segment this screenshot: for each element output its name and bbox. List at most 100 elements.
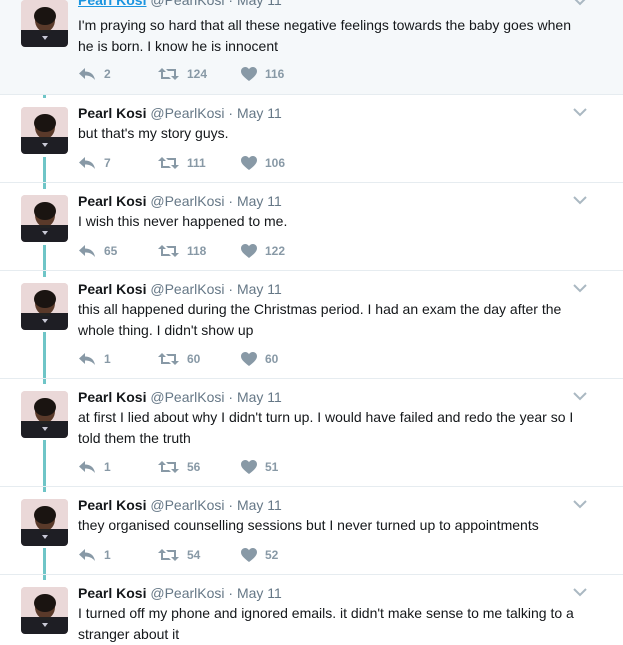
avatar[interactable] xyxy=(21,391,68,438)
retweet-count: 56 xyxy=(187,460,201,474)
reply-icon xyxy=(79,245,95,257)
separator: · xyxy=(228,389,234,405)
display-name[interactable]: Pearl Kosi xyxy=(78,105,146,121)
retweet-icon xyxy=(158,68,179,80)
retweet-icon xyxy=(158,245,179,257)
like-button[interactable]: 106 xyxy=(241,156,285,170)
user-handle[interactable]: @PearlKosi xyxy=(150,281,224,297)
tweet[interactable]: Pearl Kosi @PearlKosi · May 11 at first … xyxy=(0,379,623,487)
chevron-down-icon[interactable] xyxy=(573,587,587,597)
reply-button[interactable]: 65 xyxy=(78,244,117,258)
user-handle[interactable]: @PearlKosi xyxy=(150,585,224,601)
display-name[interactable]: Pearl Kosi xyxy=(78,585,146,601)
retweet-count: 118 xyxy=(187,244,207,258)
reply-count: 1 xyxy=(104,548,111,562)
timestamp[interactable]: May 11 xyxy=(237,105,282,121)
separator: · xyxy=(228,193,234,209)
timestamp[interactable]: May 11 xyxy=(237,0,282,8)
tweet[interactable]: Pearl Kosi @PearlKosi · May 11 I turned … xyxy=(0,575,623,642)
tweet[interactable]: Pearl Kosi @PearlKosi · May 11 this all … xyxy=(0,271,623,379)
retweet-icon xyxy=(158,353,179,365)
tweet-header: Pearl Kosi @PearlKosi · May 11 xyxy=(78,389,282,406)
reply-icon xyxy=(79,461,95,473)
chevron-down-icon[interactable] xyxy=(573,499,587,509)
avatar[interactable] xyxy=(21,499,68,546)
reply-button[interactable]: 1 xyxy=(78,352,111,366)
display-name[interactable]: Pearl Kosi xyxy=(78,497,146,513)
avatar[interactable] xyxy=(21,107,68,154)
like-count: 60 xyxy=(265,352,279,366)
retweet-icon xyxy=(158,549,179,561)
tweet-text: I wish this never happened to me. xyxy=(78,211,598,232)
retweet-icon xyxy=(158,461,179,473)
reply-count: 2 xyxy=(104,67,111,81)
retweet-button[interactable]: 118 xyxy=(158,244,206,258)
like-count: 122 xyxy=(265,244,286,258)
retweet-button[interactable]: 111 xyxy=(158,156,206,170)
timestamp[interactable]: May 11 xyxy=(237,193,282,209)
heart-icon xyxy=(241,67,257,81)
reply-button[interactable]: 1 xyxy=(78,460,111,474)
tweet-text: but that's my story guys. xyxy=(78,123,598,144)
like-count: 51 xyxy=(265,460,279,474)
like-button[interactable]: 52 xyxy=(241,548,278,562)
chevron-down-icon[interactable] xyxy=(573,391,587,401)
tweet-header: Pearl Kosi @PearlKosi · May 11 xyxy=(78,585,282,602)
heart-icon xyxy=(241,548,257,562)
retweet-button[interactable]: 124 xyxy=(158,67,207,81)
user-handle[interactable]: @PearlKosi xyxy=(150,105,224,121)
retweet-button[interactable]: 60 xyxy=(158,352,200,366)
user-handle[interactable]: @PearlKosi xyxy=(150,497,224,513)
retweet-count: 111 xyxy=(187,156,206,170)
chevron-down-icon[interactable] xyxy=(573,0,587,6)
avatar[interactable] xyxy=(21,195,68,242)
avatar[interactable] xyxy=(21,283,68,330)
display-name[interactable]: Pearl Kosi xyxy=(78,193,146,209)
avatar[interactable] xyxy=(21,587,68,634)
like-count: 116 xyxy=(265,67,285,81)
chevron-down-icon[interactable] xyxy=(573,107,587,117)
tweet-text-line: but that's my story guys. xyxy=(78,125,229,141)
retweet-icon xyxy=(158,157,179,169)
tweet-text-line: I'm praying so hard that all these negat… xyxy=(78,17,571,33)
like-button[interactable]: 60 xyxy=(241,352,278,366)
reply-button[interactable]: 2 xyxy=(78,67,111,81)
heart-icon xyxy=(241,244,257,258)
display-name[interactable]: Pearl Kosi xyxy=(78,0,146,8)
reply-button[interactable]: 7 xyxy=(78,156,111,170)
user-handle[interactable]: @PearlKosi xyxy=(150,0,224,8)
user-handle[interactable]: @PearlKosi xyxy=(150,193,224,209)
chevron-down-icon[interactable] xyxy=(573,195,587,205)
tweet-text-line: I turned off my phone and ignored emails… xyxy=(78,605,574,621)
tweet[interactable]: Pearl Kosi @PearlKosi · May 11 I wish th… xyxy=(0,183,623,271)
like-button[interactable]: 122 xyxy=(241,244,285,258)
user-handle[interactable]: @PearlKosi xyxy=(150,389,224,405)
heart-icon xyxy=(241,156,257,170)
tweet-text-line: whole thing. I didn't show up xyxy=(78,322,254,338)
tweet[interactable]: Pearl Kosi @PearlKosi · May 11 but that'… xyxy=(0,95,623,183)
tweet-text-line: at first I lied about why I didn't turn … xyxy=(78,409,574,425)
reply-count: 1 xyxy=(104,352,111,366)
tweet-text: they organised counselling sessions but … xyxy=(78,515,598,536)
tweet-text: I'm praying so hard that all these negat… xyxy=(78,15,598,57)
timestamp[interactable]: May 11 xyxy=(237,389,282,405)
retweet-button[interactable]: 56 xyxy=(158,460,200,474)
tweet-text-line: this all happened during the Christmas p… xyxy=(78,301,562,317)
chevron-down-icon[interactable] xyxy=(573,283,587,293)
reply-count: 65 xyxy=(104,244,118,258)
tweet[interactable]: Pearl Kosi @PearlKosi · May 11 they orga… xyxy=(0,487,623,575)
timestamp[interactable]: May 11 xyxy=(237,585,282,601)
timestamp[interactable]: May 11 xyxy=(237,281,282,297)
retweet-button[interactable]: 54 xyxy=(158,548,200,562)
tweet-header: Pearl Kosi @PearlKosi · May 11 xyxy=(78,0,282,9)
retweet-count: 124 xyxy=(187,67,208,81)
display-name[interactable]: Pearl Kosi xyxy=(78,281,146,297)
display-name[interactable]: Pearl Kosi xyxy=(78,389,146,405)
tweet-text-line: I wish this never happened to me. xyxy=(78,213,288,229)
reply-button[interactable]: 1 xyxy=(78,548,111,562)
like-button[interactable]: 51 xyxy=(241,460,278,474)
timestamp[interactable]: May 11 xyxy=(237,497,282,513)
tweet[interactable]: Pearl Kosi @PearlKosi · May 11 I'm prayi… xyxy=(0,0,623,95)
like-button[interactable]: 116 xyxy=(241,67,284,81)
avatar[interactable] xyxy=(21,0,68,47)
